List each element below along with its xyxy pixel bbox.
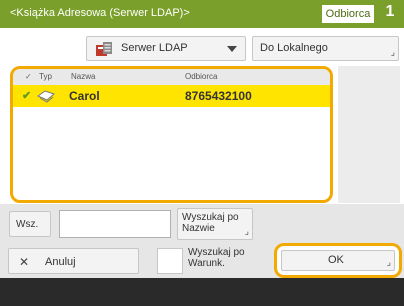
chevron-down-icon (227, 46, 237, 52)
fax-icon (36, 89, 55, 103)
destination-count: 1 (385, 3, 395, 20)
corner-arrow-icon: ⌟ (244, 226, 249, 236)
list-item[interactable]: ✔ Carol 8765432100 (13, 85, 330, 107)
corner-arrow-icon: ⌟ (390, 47, 395, 57)
address-list: ✓ Typ Nazwa Odbiorca ✔ Carol 8765432100 (10, 66, 333, 203)
corner-arrow-icon: ⌟ (386, 257, 391, 267)
list-item-number: 8765432100 (185, 89, 252, 103)
search-input[interactable] (59, 210, 171, 238)
column-header-recipient[interactable]: Odbiorca (185, 72, 217, 81)
all-button-label: Wsz. (16, 219, 39, 230)
checkmark-icon: ✔ (22, 90, 32, 102)
list-header: ✓ Typ Nazwa Odbiorca (13, 69, 330, 85)
search-by-condition-label: Wyszukaj po Warunk. (188, 247, 245, 269)
status-footer (0, 278, 404, 306)
column-header-type[interactable]: Typ (39, 72, 52, 81)
column-header-name[interactable]: Nazwa (71, 72, 95, 81)
address-book-select-value: Serwer LDAP (121, 42, 188, 54)
cancel-button-label: Anuluj (45, 256, 76, 268)
list-item-name: Carol (69, 89, 100, 103)
search-by-condition-box[interactable] (157, 248, 183, 274)
close-icon: ✕ (19, 255, 30, 269)
search-by-name-label: Wyszukaj po Nazwie (182, 212, 239, 234)
cancel-button[interactable]: ✕ Anuluj (8, 248, 139, 274)
scrollbar-area (338, 66, 400, 203)
check-column-icon: ✓ (25, 72, 32, 81)
all-button[interactable]: Wsz. (9, 211, 51, 237)
ok-button-label: OK (328, 254, 344, 266)
page-title: <Książka Adresowa (Serwer LDAP)> (10, 7, 190, 19)
to-local-button-label: Do Lokalnego (260, 42, 328, 54)
server-book-icon (95, 41, 113, 57)
to-local-button[interactable]: Do Lokalnego ⌟ (252, 36, 399, 61)
ok-button[interactable]: OK ⌟ (281, 250, 395, 271)
ok-button-focus-ring: OK ⌟ (274, 243, 402, 278)
search-by-name-button[interactable]: Wyszukaj po Nazwie ⌟ (177, 208, 253, 240)
address-book-select[interactable]: Serwer LDAP (86, 36, 246, 61)
destination-label: Odbiorca (322, 5, 374, 23)
